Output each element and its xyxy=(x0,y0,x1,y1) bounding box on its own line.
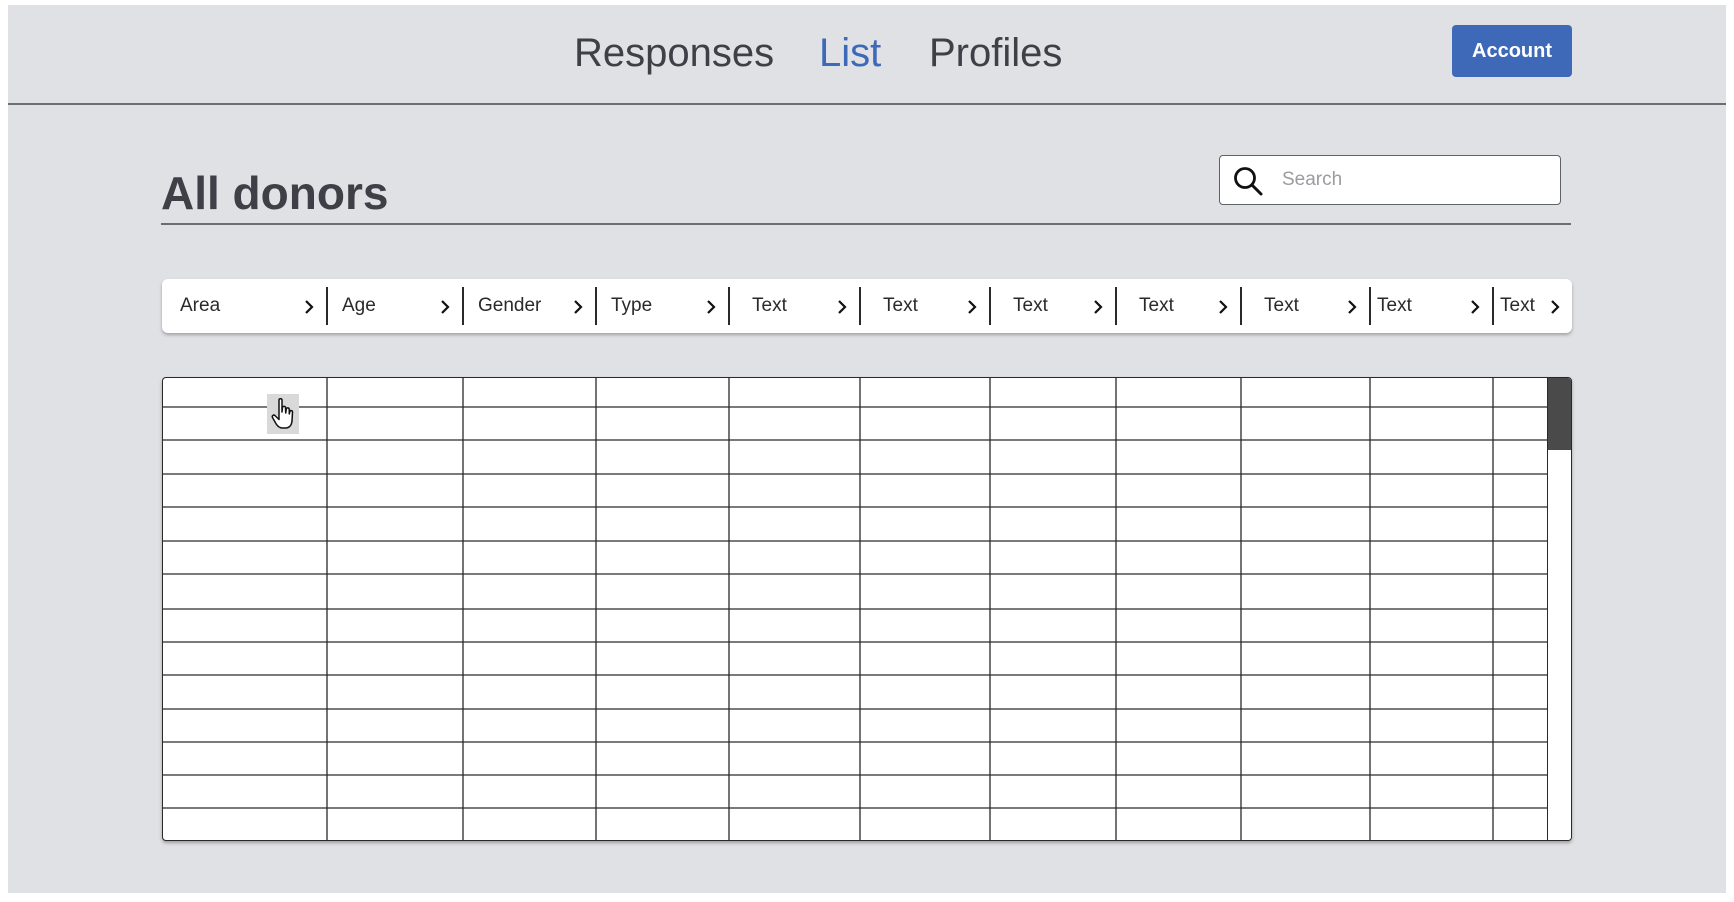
column-filter-9[interactable]: Text xyxy=(1240,287,1369,325)
column-filter-2[interactable]: Age xyxy=(326,287,462,325)
search-icon xyxy=(1234,167,1263,196)
column-label: Text xyxy=(1500,295,1535,316)
table-row[interactable] xyxy=(163,440,1549,474)
chevron-right-icon xyxy=(441,300,450,314)
column-label: Age xyxy=(342,295,376,316)
account-button[interactable]: Account xyxy=(1452,25,1572,77)
column-filter-7[interactable]: Text xyxy=(989,287,1115,325)
column-label: Text xyxy=(1013,295,1048,316)
table-grid xyxy=(163,378,1549,841)
chevron-right-icon xyxy=(1551,300,1560,314)
chevron-right-icon xyxy=(574,300,583,314)
column-filter-1[interactable]: Area xyxy=(162,287,326,325)
chevron-right-icon xyxy=(968,300,977,314)
table-row[interactable] xyxy=(163,775,1549,808)
chevron-right-icon xyxy=(1094,300,1103,314)
vertical-scrollbar[interactable] xyxy=(1547,378,1571,840)
app-window: Responses List Profiles Account All dono… xyxy=(8,5,1726,893)
chevron-right-icon xyxy=(1219,300,1228,314)
table-row[interactable] xyxy=(163,642,1549,675)
column-filter-5[interactable]: Text xyxy=(728,287,859,325)
tab-list[interactable]: List xyxy=(819,31,881,76)
column-label: Text xyxy=(883,295,918,316)
table-row[interactable] xyxy=(163,808,1549,841)
top-navigation-bar: Responses List Profiles Account xyxy=(8,5,1726,105)
tab-profiles[interactable]: Profiles xyxy=(929,31,1062,76)
table-row[interactable] xyxy=(163,407,1549,440)
table-row[interactable] xyxy=(163,474,1549,507)
column-label: Gender xyxy=(478,295,542,316)
column-label: Text xyxy=(752,295,787,316)
table-row[interactable] xyxy=(163,609,1549,642)
column-filter-bar: Area Age Gender Type Text Text Text Text Text Tex… xyxy=(162,279,1572,333)
column-label: Type xyxy=(611,295,653,316)
chevron-right-icon xyxy=(305,300,314,314)
table-row[interactable] xyxy=(163,574,1549,609)
table-row[interactable] xyxy=(163,541,1549,574)
column-filter-10[interactable]: Text xyxy=(1369,287,1492,325)
column-label: Area xyxy=(180,295,221,316)
column-label: Text xyxy=(1377,295,1412,316)
chevron-right-icon xyxy=(1348,300,1357,314)
search-input[interactable] xyxy=(1282,164,1542,196)
chevron-right-icon xyxy=(707,300,716,314)
chevron-right-icon xyxy=(838,300,847,314)
table-row[interactable] xyxy=(163,675,1549,709)
column-filter-4[interactable]: Type xyxy=(595,287,728,325)
scrollbar-thumb[interactable] xyxy=(1548,378,1571,450)
search-box[interactable] xyxy=(1219,155,1561,205)
table-row[interactable] xyxy=(163,742,1549,775)
column-label: Text xyxy=(1264,295,1299,316)
tab-responses[interactable]: Responses xyxy=(574,31,774,76)
hand-pointer-icon xyxy=(267,394,299,434)
column-filter-3[interactable]: Gender xyxy=(462,287,595,325)
table-row[interactable] xyxy=(163,709,1549,742)
chevron-right-icon xyxy=(1471,300,1480,314)
title-divider xyxy=(161,223,1571,225)
table-row[interactable] xyxy=(163,378,1549,407)
donor-table xyxy=(162,377,1572,841)
table-row[interactable] xyxy=(163,507,1549,541)
page-title: All donors xyxy=(161,167,389,219)
column-filter-6[interactable]: Text xyxy=(859,287,989,325)
column-label: Text xyxy=(1139,295,1174,316)
column-filter-11[interactable]: Text xyxy=(1492,287,1572,325)
column-filter-8[interactable]: Text xyxy=(1115,287,1240,325)
